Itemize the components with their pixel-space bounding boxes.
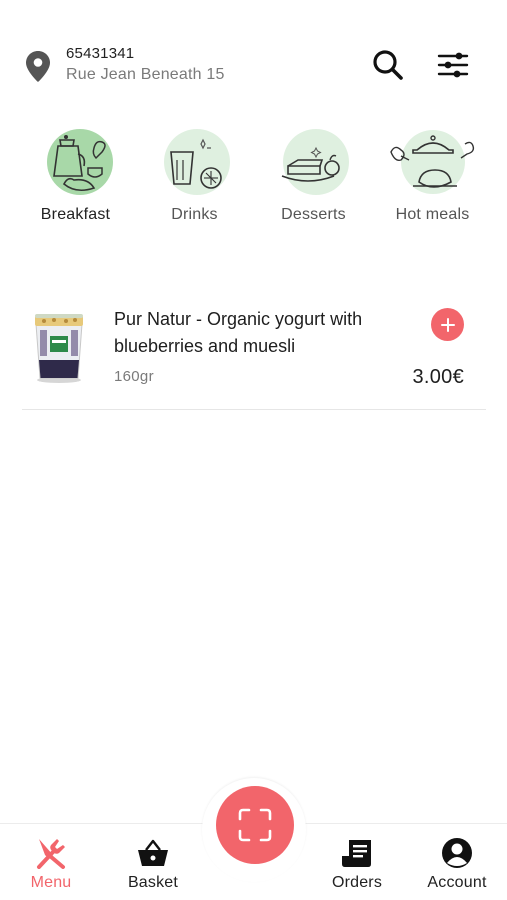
address-code: 65431341 bbox=[66, 45, 135, 62]
add-to-basket-button[interactable] bbox=[431, 308, 464, 341]
category-label: Breakfast bbox=[40, 206, 111, 223]
category-breakfast[interactable]: Breakfast bbox=[16, 128, 135, 228]
hot-meals-illustration bbox=[389, 128, 474, 198]
product-item[interactable]: Pur Natur - Organic yogurt with blueberr… bbox=[22, 296, 486, 410]
receipt-icon bbox=[340, 836, 374, 870]
nav-orders[interactable]: Orders bbox=[312, 836, 402, 892]
fork-knife-icon bbox=[34, 836, 68, 870]
search-button[interactable] bbox=[371, 48, 405, 82]
category-label: Desserts bbox=[281, 206, 346, 223]
nav-menu[interactable]: Menu bbox=[6, 836, 96, 892]
nav-label: Menu bbox=[30, 874, 72, 891]
category-list: Breakfast Drinks Desserts Hot meals bbox=[16, 128, 492, 228]
nav-account[interactable]: Account bbox=[412, 836, 502, 892]
address-street: Rue Jean Beneath 15 bbox=[66, 66, 225, 83]
product-price: 3.00€ bbox=[412, 366, 464, 388]
nav-label: Basket bbox=[127, 874, 179, 891]
app-header: 65431341 Rue Jean Beneath 15 bbox=[0, 0, 507, 110]
product-name: Pur Natur - Organic yogurt with blueberr… bbox=[114, 309, 363, 356]
category-drinks[interactable]: Drinks bbox=[135, 128, 254, 228]
product-weight: 160gr bbox=[114, 368, 154, 385]
map-pin-icon bbox=[26, 51, 50, 82]
nav-label: Account bbox=[427, 874, 487, 891]
nav-basket[interactable]: Basket bbox=[108, 836, 198, 892]
breakfast-illustration bbox=[36, 128, 116, 198]
category-label: Drinks bbox=[171, 206, 218, 223]
sliders-icon bbox=[437, 52, 469, 78]
filter-button[interactable] bbox=[436, 48, 470, 82]
desserts-illustration bbox=[274, 128, 354, 198]
product-image bbox=[30, 310, 88, 384]
category-label: Hot meals bbox=[395, 206, 470, 223]
scan-button[interactable] bbox=[216, 786, 294, 864]
basket-icon bbox=[136, 836, 170, 870]
account-icon bbox=[440, 836, 474, 870]
scan-icon bbox=[238, 808, 272, 842]
delivery-address[interactable]: 65431341 Rue Jean Beneath 15 bbox=[66, 45, 225, 84]
drinks-illustration bbox=[155, 128, 235, 198]
nav-label: Orders bbox=[331, 874, 383, 891]
category-desserts[interactable]: Desserts bbox=[254, 128, 373, 228]
plus-icon bbox=[440, 317, 455, 332]
category-hot-meals[interactable]: Hot meals bbox=[373, 128, 492, 228]
search-icon bbox=[373, 50, 403, 80]
